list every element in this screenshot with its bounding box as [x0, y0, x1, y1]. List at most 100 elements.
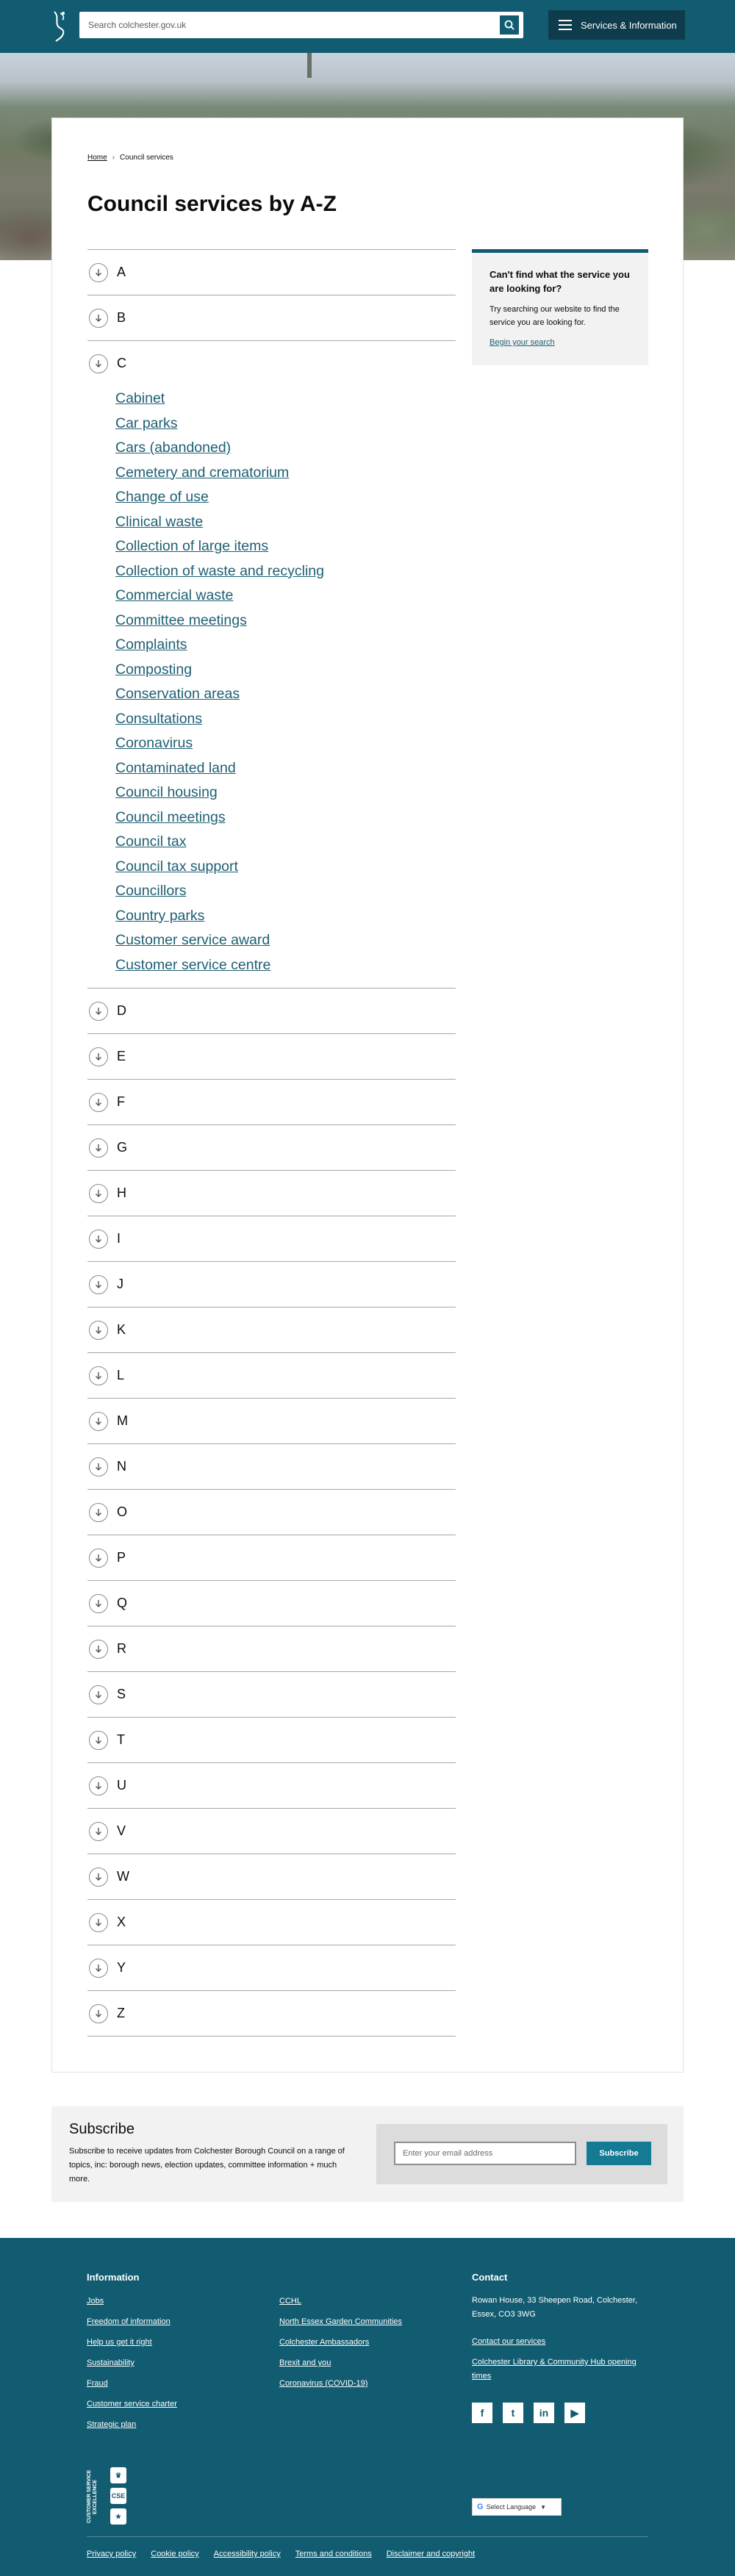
az-toggle-k[interactable]: K: [87, 1307, 456, 1352]
facebook-icon[interactable]: f: [472, 2403, 492, 2423]
subscribe-button[interactable]: Subscribe: [587, 2142, 651, 2165]
social-links: f t in ▶: [472, 2403, 595, 2423]
service-link[interactable]: Council housing: [115, 784, 218, 800]
footer-link[interactable]: Freedom of information: [87, 2317, 171, 2326]
footer-bottom-link[interactable]: Disclaimer and copyright: [387, 2550, 475, 2558]
service-link[interactable]: Composting: [115, 661, 192, 678]
subscribe-text: Subscribe to receive updates from Colche…: [69, 2147, 345, 2184]
az-toggle-r[interactable]: R: [87, 1626, 456, 1671]
service-link[interactable]: Council meetings: [115, 809, 226, 825]
search-help-panel: Can't find what the service you are look…: [472, 249, 648, 365]
begin-search-link[interactable]: Begin your search: [490, 338, 555, 347]
az-toggle-e[interactable]: E: [87, 1034, 456, 1079]
arrow-down-icon: [89, 1001, 108, 1021]
service-link[interactable]: Change of use: [115, 489, 209, 505]
az-section-w: W: [87, 1854, 456, 1900]
footer-bottom-link[interactable]: Cookie policy: [151, 2550, 198, 2558]
az-toggle-c[interactable]: C: [87, 341, 456, 386]
service-link[interactable]: Car parks: [115, 415, 178, 431]
page-title: Council services by A-Z: [87, 192, 337, 216]
az-letter: M: [117, 1413, 128, 1428]
footer-link[interactable]: Fraud: [87, 2379, 108, 2388]
search-button[interactable]: [498, 14, 520, 36]
service-link[interactable]: Consultations: [115, 711, 202, 727]
az-toggle-u[interactable]: U: [87, 1763, 456, 1808]
service-link[interactable]: Collection of large items: [115, 538, 268, 554]
az-toggle-x[interactable]: X: [87, 1900, 456, 1945]
footer-link[interactable]: Customer service charter: [87, 2400, 177, 2408]
footer-link[interactable]: Strategic plan: [87, 2420, 136, 2429]
contact-services-link[interactable]: Contact our services: [472, 2335, 648, 2349]
twitter-icon[interactable]: t: [503, 2403, 523, 2423]
list-item: Composting: [115, 658, 456, 683]
service-link[interactable]: Contaminated land: [115, 760, 236, 776]
az-toggle-b[interactable]: B: [87, 295, 456, 340]
az-toggle-t[interactable]: T: [87, 1718, 456, 1762]
az-toggle-s[interactable]: S: [87, 1672, 456, 1717]
service-link[interactable]: Cemetery and crematorium: [115, 464, 289, 481]
breadcrumb-home-link[interactable]: Home: [87, 154, 107, 162]
footer-bottom-link[interactable]: Terms and conditions: [295, 2550, 372, 2558]
email-field[interactable]: [394, 2142, 576, 2165]
footer-bottom-link[interactable]: Privacy policy: [87, 2550, 136, 2558]
list-item: Collection of large items: [115, 534, 456, 559]
az-toggle-n[interactable]: N: [87, 1444, 456, 1489]
search-input[interactable]: [79, 12, 497, 38]
list-item: Customer service centre: [115, 953, 456, 978]
service-link[interactable]: Country parks: [115, 908, 204, 924]
linkedin-icon[interactable]: in: [534, 2403, 554, 2423]
az-toggle-f[interactable]: F: [87, 1080, 456, 1124]
az-letter: F: [117, 1094, 125, 1109]
footer-link[interactable]: Coronavirus (COVID-19): [279, 2379, 368, 2388]
language-select[interactable]: G Select Language ▼: [472, 2498, 562, 2516]
service-link[interactable]: Customer service award: [115, 932, 270, 948]
az-toggle-l[interactable]: L: [87, 1353, 456, 1398]
az-toggle-g[interactable]: G: [87, 1125, 456, 1170]
az-section-t: T: [87, 1718, 456, 1763]
az-toggle-m[interactable]: M: [87, 1399, 456, 1443]
arrow-down-icon: [89, 1958, 108, 1978]
service-link[interactable]: Committee meetings: [115, 612, 247, 628]
footer-link[interactable]: Help us get it right: [87, 2338, 152, 2347]
service-link[interactable]: Cabinet: [115, 390, 165, 406]
footer-link[interactable]: Sustainability: [87, 2358, 135, 2367]
az-toggle-o[interactable]: O: [87, 1490, 456, 1535]
footer-contact-title: Contact: [472, 2272, 508, 2283]
service-link[interactable]: Cars (abandoned): [115, 440, 231, 456]
az-toggle-i[interactable]: I: [87, 1216, 456, 1261]
search-help-text: Try searching our website to find the se…: [490, 305, 620, 327]
footer-link[interactable]: Colchester Ambassadors: [279, 2338, 369, 2347]
service-link[interactable]: Collection of waste and recycling: [115, 563, 324, 579]
service-link[interactable]: Complaints: [115, 636, 187, 653]
az-toggle-w[interactable]: W: [87, 1854, 456, 1899]
az-letter: E: [117, 1049, 126, 1063]
youtube-icon[interactable]: ▶: [564, 2403, 585, 2423]
footer-link[interactable]: North Essex Garden Communities: [279, 2317, 402, 2326]
az-toggle-h[interactable]: H: [87, 1171, 456, 1216]
service-link[interactable]: Customer service centre: [115, 957, 270, 973]
az-toggle-j[interactable]: J: [87, 1262, 456, 1307]
footer-link[interactable]: CCHL: [279, 2297, 301, 2306]
services-menu-button[interactable]: Services & Information: [548, 10, 685, 40]
service-link[interactable]: Councillors: [115, 883, 186, 899]
service-link[interactable]: Coronavirus: [115, 735, 193, 751]
az-toggle-y[interactable]: Y: [87, 1945, 456, 1990]
az-letter: H: [117, 1185, 126, 1200]
service-link[interactable]: Commercial waste: [115, 587, 233, 603]
az-toggle-d[interactable]: D: [87, 989, 456, 1033]
footer-link[interactable]: Brexit and you: [279, 2358, 331, 2367]
az-toggle-z[interactable]: Z: [87, 1991, 456, 2036]
az-toggle-p[interactable]: P: [87, 1535, 456, 1580]
library-opening-times-link[interactable]: Colchester Library & Community Hub openi…: [472, 2356, 648, 2383]
service-link[interactable]: Conservation areas: [115, 686, 240, 702]
az-toggle-a[interactable]: A: [87, 250, 456, 295]
footer-bottom-link[interactable]: Accessibility policy: [214, 2550, 281, 2558]
footer-link[interactable]: Jobs: [87, 2297, 104, 2306]
service-link[interactable]: Council tax: [115, 833, 186, 850]
list-item: Cabinet: [115, 387, 456, 412]
council-logo-icon[interactable]: [50, 9, 69, 43]
service-link[interactable]: Clinical waste: [115, 514, 203, 530]
service-link[interactable]: Council tax support: [115, 858, 238, 875]
az-toggle-v[interactable]: V: [87, 1809, 456, 1854]
az-toggle-q[interactable]: Q: [87, 1581, 456, 1626]
